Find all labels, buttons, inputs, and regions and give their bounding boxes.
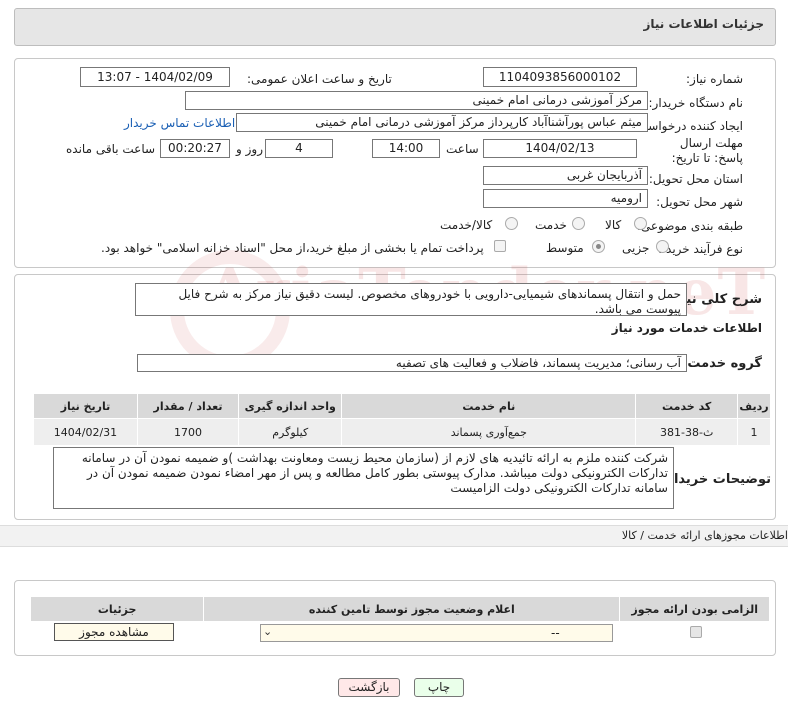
- col-permit-required: الزامی بودن ارائه مجوز: [619, 596, 770, 622]
- days-label: روز و: [236, 142, 263, 156]
- permits-table-header: الزامی بودن ارائه مجوز اعلام وضعیت مجوز …: [29, 596, 770, 622]
- deadline-time-field: 14:00: [372, 139, 440, 158]
- remaining-time-label: ساعت باقی مانده: [66, 142, 156, 156]
- process-minor-radio[interactable]: [656, 240, 669, 253]
- need-number-label: شماره نیاز:: [686, 72, 743, 86]
- category-service-radio[interactable]: [572, 217, 585, 230]
- buyer-org-field: مرکز آموزشی درمانی امام خمینی: [185, 91, 648, 110]
- buyer-org-label: نام دستگاه خریدار:: [648, 96, 744, 110]
- deadline-date-field: 1404/02/13: [483, 139, 637, 158]
- permit-required-checkbox: [690, 626, 702, 638]
- cell-quantity: 1700: [136, 418, 240, 446]
- items-table: ردیف کد خدمت نام خدمت واحد اندازه گیری ت…: [33, 393, 771, 446]
- buyer-contact-link[interactable]: اطلاعات تماس خریدار: [124, 116, 235, 130]
- requester-field: میثم عباس پورآشناآباد کارپرداز مرکز آموز…: [236, 113, 648, 132]
- back-button[interactable]: بازگشت: [338, 678, 400, 697]
- province-label: استان محل تحویل:: [648, 172, 743, 186]
- summary-text: حمل و انتقال پسماندهای شیمیایی-دارویی با…: [135, 283, 687, 316]
- page-title: جزئیات اطلاعات نیاز: [643, 17, 764, 31]
- table-row: 1 ث-38-381 جمع‌آوری پسماند کیلوگرم 1700 …: [33, 418, 771, 446]
- remaining-time-field: 00:20:27: [160, 139, 230, 158]
- col-service-name: نام خدمت: [341, 393, 637, 419]
- permit-status-select[interactable]: -- ⌄: [260, 624, 613, 642]
- cell-service-code: ث-38-381: [635, 418, 739, 446]
- cell-service-name: جمع‌آوری پسماند: [341, 418, 637, 446]
- view-permit-button[interactable]: مشاهده مجوز: [54, 623, 174, 641]
- announce-datetime-field: 1404/02/09 - 13:07: [80, 67, 230, 87]
- days-remaining-field: 4: [265, 139, 333, 158]
- buyer-notes-text: شرکت کننده ملزم به ارائه تائیدیه های لاز…: [53, 447, 674, 509]
- buyer-notes-label: توضیحات خریدار:: [661, 472, 771, 487]
- deadline-time-label: ساعت: [446, 142, 479, 156]
- category-goods-radio[interactable]: [634, 217, 647, 230]
- chevron-down-icon: ⌄: [263, 625, 273, 638]
- category-goods-service-radio[interactable]: [505, 217, 518, 230]
- category-service-label: خدمت: [535, 218, 567, 232]
- category-label: طبقه بندی موضوعی:: [636, 219, 743, 233]
- process-type-label: نوع فرآیند خرید :: [658, 242, 743, 256]
- need-number-field: 1104093856000102: [483, 67, 637, 87]
- cell-row: 1: [737, 418, 771, 446]
- treasury-payment-checkbox[interactable]: [494, 240, 506, 252]
- process-minor-label: جزیی: [622, 241, 650, 255]
- col-quantity: تعداد / مقدار: [136, 393, 240, 419]
- permits-section-title: اطلاعات مجوزهای ارائه خدمت / کالا: [621, 529, 788, 542]
- service-group-field: آب رسانی؛ مدیریت پسماند، فاضلاب و فعالیت…: [137, 354, 687, 372]
- requester-label: ایجاد کننده درخواست:: [632, 119, 743, 133]
- process-medium-label: متوسط: [546, 241, 584, 255]
- col-permit-details: جزئیات: [29, 596, 205, 622]
- process-medium-radio[interactable]: [592, 240, 605, 253]
- col-permit-status: اعلام وضعیت مجوز توسط تامین کننده: [203, 596, 621, 622]
- permit-status-value: --: [551, 626, 560, 640]
- print-button[interactable]: چاپ: [414, 678, 464, 697]
- cell-need-date: 1404/02/31: [33, 418, 138, 446]
- treasury-payment-note: پرداخت تمام یا بخشی از مبلغ خرید،از محل …: [101, 241, 484, 255]
- deadline-label: مهلت ارسال پاسخ: تا تاریخ:: [671, 136, 743, 165]
- announce-datetime-label: تاریخ و ساعت اعلان عمومی:: [247, 72, 392, 86]
- city-field: ارومیه: [483, 189, 648, 208]
- col-service-code: کد خدمت: [635, 393, 739, 419]
- items-table-header: ردیف کد خدمت نام خدمت واحد اندازه گیری ت…: [33, 393, 771, 419]
- category-goods-label: کالا: [605, 218, 622, 232]
- city-label: شهر محل تحویل:: [656, 195, 743, 209]
- col-unit: واحد اندازه گیری: [238, 393, 343, 419]
- col-row: ردیف: [737, 393, 771, 419]
- services-section-title: اطلاعات خدمات مورد نیاز: [611, 321, 762, 335]
- category-goods-service-label: کالا/خدمت: [440, 218, 493, 232]
- col-need-date: تاریخ نیاز: [33, 393, 138, 419]
- service-group-label: گروه خدمت:: [682, 356, 762, 371]
- cell-unit: کیلوگرم: [238, 418, 343, 446]
- province-field: آذربایجان غربی: [483, 166, 648, 185]
